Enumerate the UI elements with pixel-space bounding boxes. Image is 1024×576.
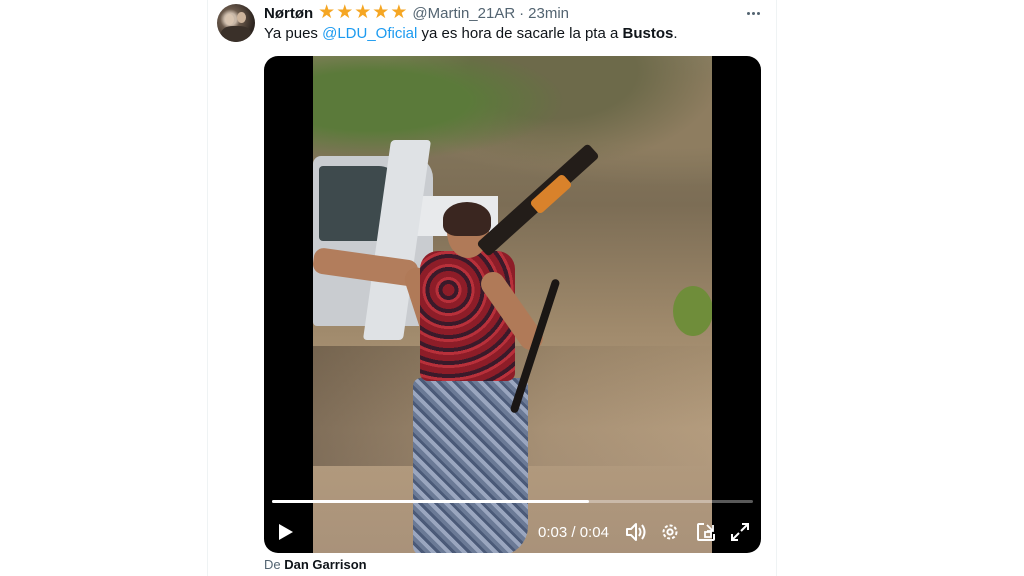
tweet-text-bold: Bustos bbox=[622, 25, 674, 42]
play-icon[interactable] bbox=[272, 518, 300, 546]
tweet-timestamp[interactable]: 23min bbox=[528, 5, 569, 22]
star-icon: ★ bbox=[372, 2, 390, 23]
mention-link[interactable]: @LDU_Oficial bbox=[322, 25, 417, 42]
author-name[interactable]: Nørtøn bbox=[264, 5, 313, 22]
source-prefix: De bbox=[264, 557, 285, 572]
video-timecode: 0:03 / 0:04 bbox=[538, 524, 609, 541]
source-author-link[interactable]: Dan Garrison bbox=[284, 557, 366, 572]
video-progress-bar[interactable] bbox=[272, 500, 753, 503]
star-icon: ★ bbox=[390, 2, 408, 23]
time-total: 0:04 bbox=[579, 524, 609, 541]
time-current: 0:03 bbox=[538, 524, 568, 541]
pip-icon[interactable] bbox=[692, 518, 720, 546]
tweet-text: Ya pues @LDU_Oficial ya es hora de sacar… bbox=[264, 25, 678, 43]
star-icon: ★ bbox=[336, 2, 354, 23]
tweet-text-end: . bbox=[673, 25, 678, 42]
tweet-text-start: Ya pues bbox=[264, 25, 323, 42]
volume-icon[interactable] bbox=[622, 518, 650, 546]
star-icon: ★ bbox=[354, 2, 372, 23]
video-progress-fill bbox=[272, 500, 590, 503]
video-player[interactable]: 0:03 / 0:04 bbox=[264, 56, 761, 553]
tweet-text-middle: ya es hora de sacarle la pta a bbox=[417, 25, 623, 42]
video-source: De Dan Garrison bbox=[264, 557, 367, 573]
more-icon[interactable] bbox=[742, 4, 764, 22]
settings-icon[interactable] bbox=[656, 518, 684, 546]
author-handle[interactable]: @Martin_21AR bbox=[412, 5, 515, 22]
star-emojis: ★ ★ ★ ★ ★ bbox=[318, 2, 408, 23]
avatar-face-left bbox=[225, 14, 234, 25]
avatar[interactable] bbox=[217, 4, 255, 42]
video-scene-bush bbox=[673, 286, 712, 336]
video-frame[interactable] bbox=[313, 56, 712, 553]
tweet-header: Nørtøn ★ ★ ★ ★ ★ @Martin_21AR · 23min bbox=[264, 2, 569, 23]
time-separator: / bbox=[567, 524, 580, 541]
avatar-face-right bbox=[237, 12, 246, 23]
fullscreen-icon[interactable] bbox=[726, 518, 754, 546]
separator-dot: · bbox=[519, 4, 525, 22]
video-controls: 0:03 / 0:04 bbox=[264, 512, 761, 552]
star-icon: ★ bbox=[318, 2, 336, 23]
avatar-body bbox=[221, 26, 251, 42]
